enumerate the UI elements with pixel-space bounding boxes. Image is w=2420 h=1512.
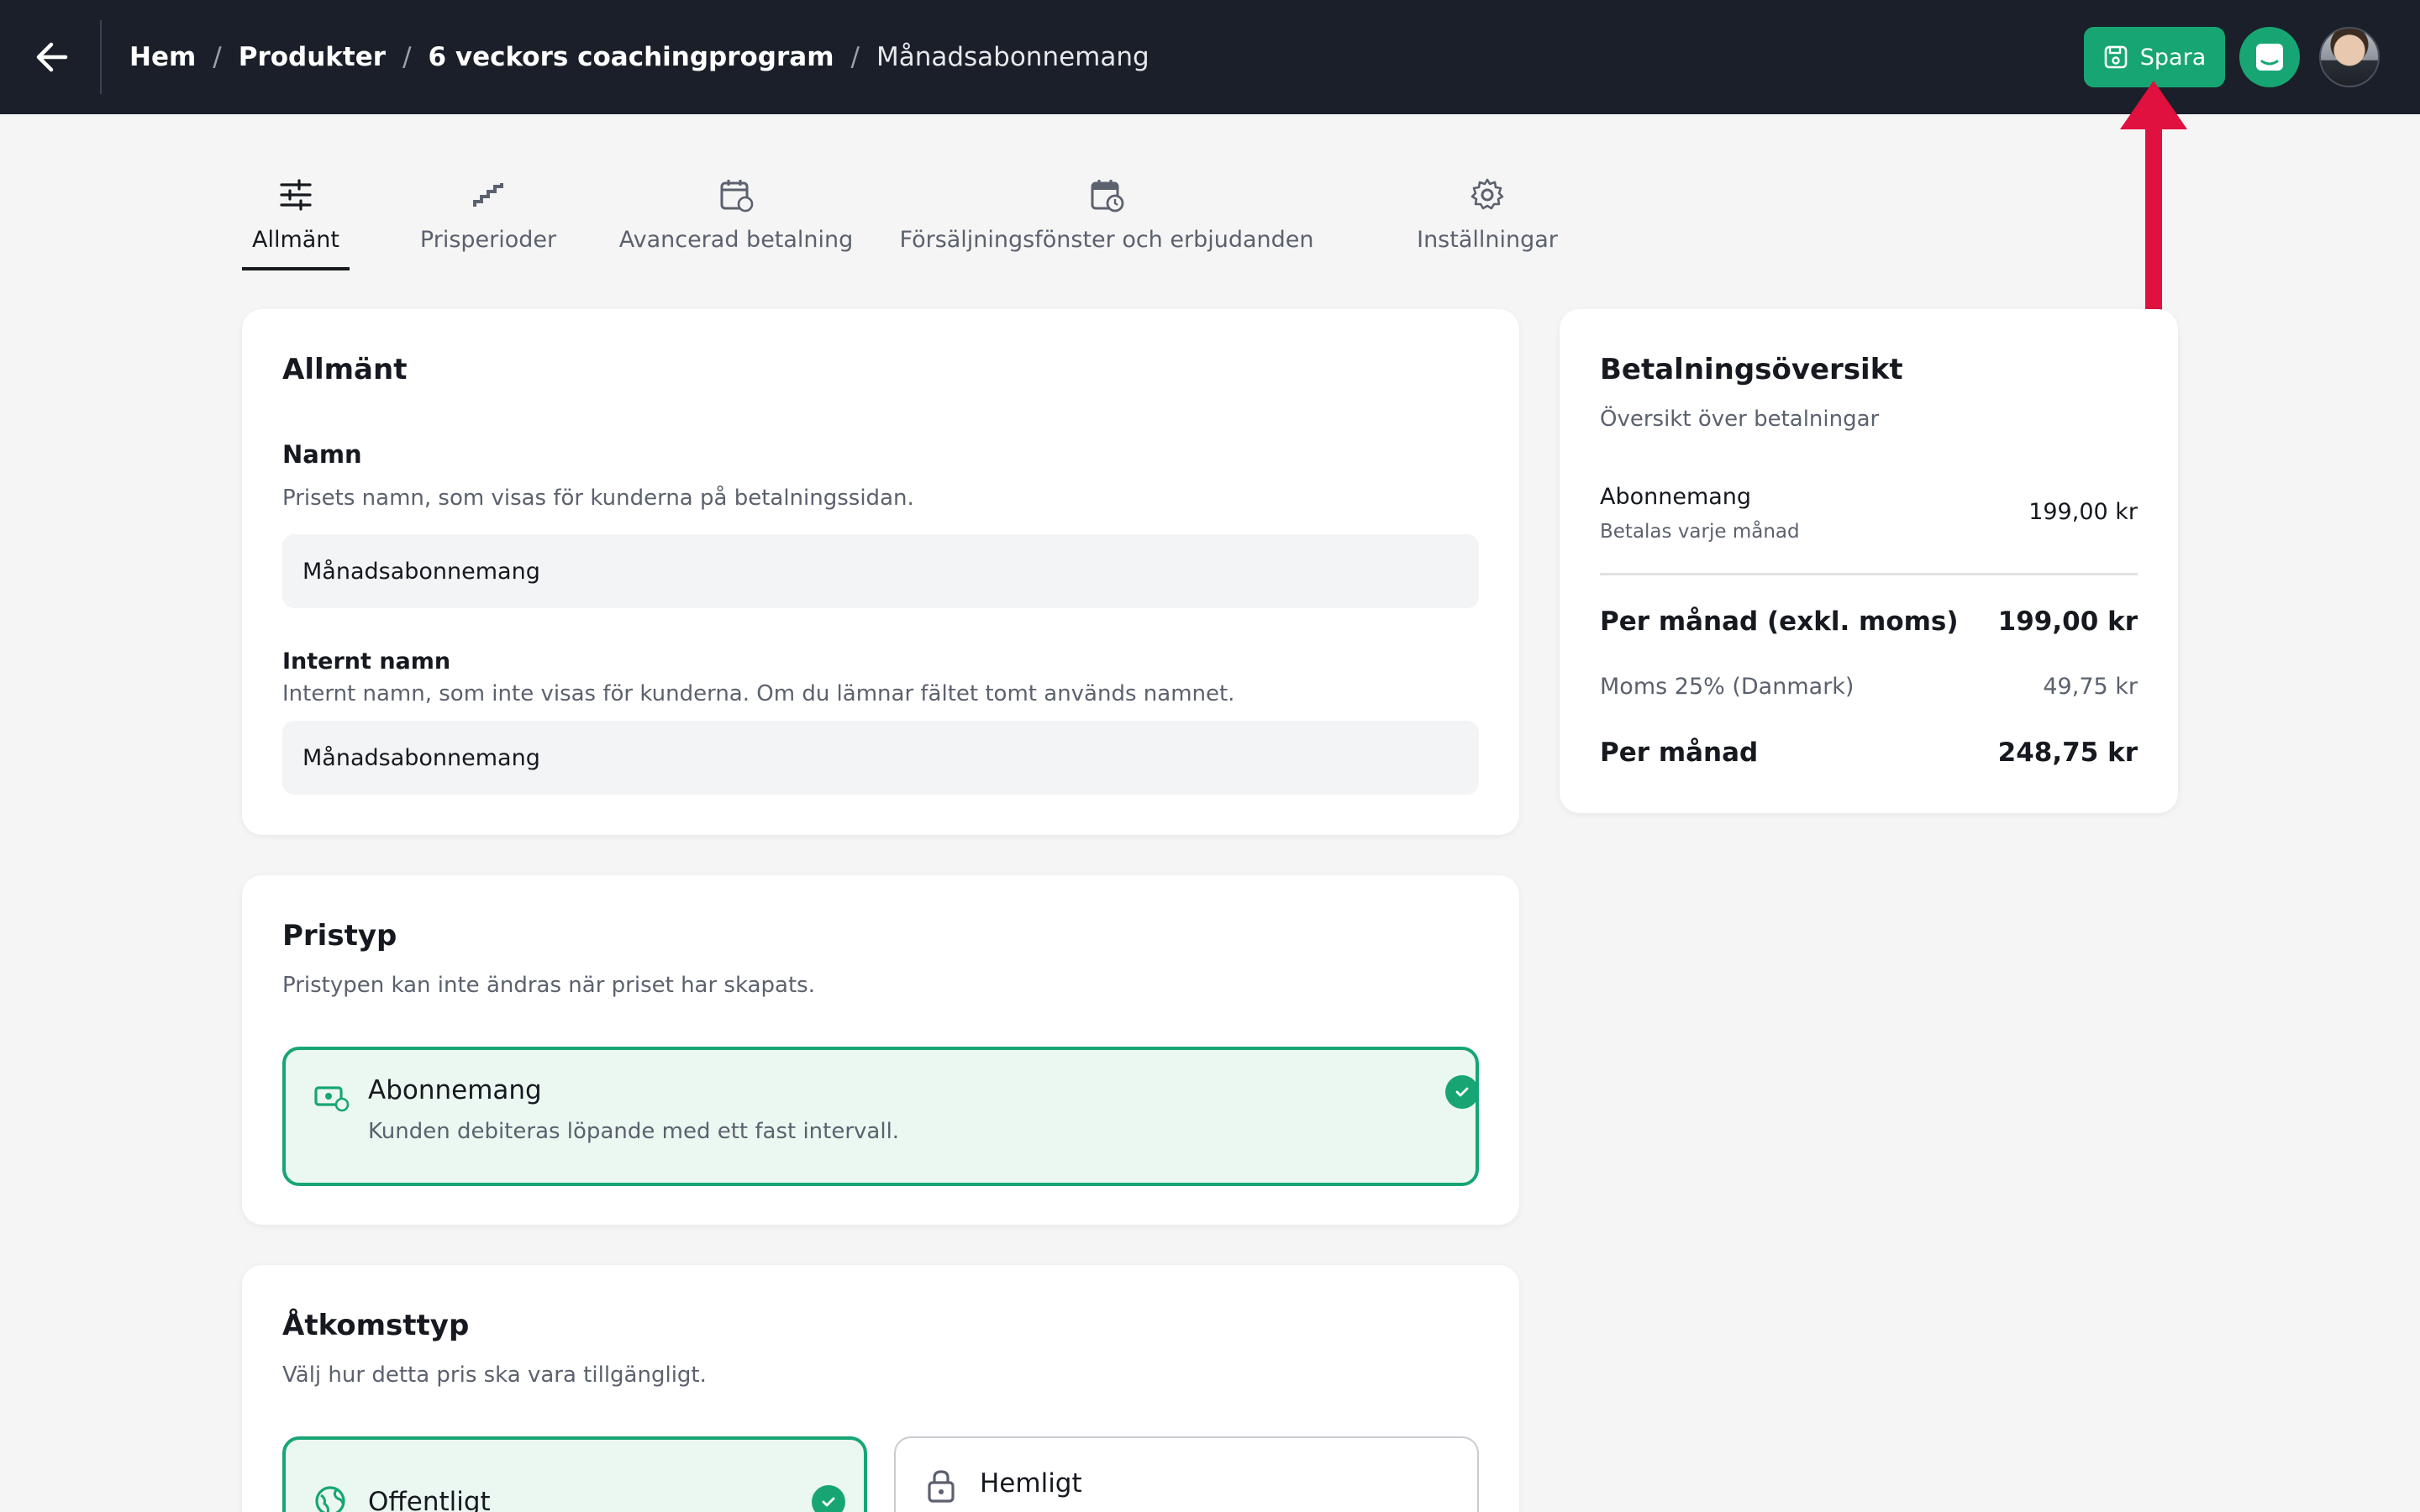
tab-settings-label: Inställningar [1417,227,1558,253]
selected-check [812,1485,845,1512]
breadcrumb-current: Månadsabonnemang [876,42,1150,72]
tab-advanced-payment-label: Avancerad betalning [618,227,854,253]
access-type-card: Åtkomsttyp Välj hur detta pris ska vara … [242,1265,1519,1512]
general-card: Allmänt Namn Prisets namn, som visas för… [242,309,1519,835]
topbar-divider [100,20,102,94]
access-secret-option[interactable]: Hemligt [894,1436,1479,1512]
access-type-title: Åtkomsttyp [282,1309,470,1342]
summary-subtitle: Översikt över betalningar [1600,407,1880,432]
tab-price-periods[interactable]: Prisperioder [420,168,556,270]
sliders-icon [280,179,312,211]
top-bar: Hem / Produkter / 6 veckors coachingprog… [0,0,2420,114]
subscription-option-title: Abonnemang [368,1075,542,1105]
tab-advanced-payment[interactable]: Avancerad betalning [619,168,853,270]
tab-price-periods-label: Prisperioder [419,227,557,253]
per-month-value: 248,75 kr [1997,738,2138,768]
selected-check [1445,1075,1479,1109]
price-type-card: Pristyp Pristypen kan inte ändras när pr… [242,875,1519,1225]
vat-label: Moms 25% (Danmark) [1600,674,1854,700]
calendar-sync-icon [720,180,754,213]
tab-general[interactable]: Allmänt [242,168,350,270]
name-input[interactable] [282,534,1479,608]
access-secret-label: Hemligt [980,1468,1082,1499]
access-type-subtitle: Välj hur detta pris ska vara tillgänglig… [282,1362,707,1388]
breadcrumb-products[interactable]: Produkter [239,42,386,72]
annotation-arrow-head [2120,81,2187,129]
per-month-ex-vat-value: 199,00 kr [1997,606,2138,637]
name-label: Namn [282,440,362,469]
save-button[interactable]: Spara [2084,27,2225,87]
money-recurring-icon [314,1086,350,1112]
breadcrumb-separator: / [402,42,412,72]
internal-name-label: Internt namn [282,648,451,675]
floppy-disk-icon [2104,45,2128,69]
check-icon [1455,1087,1469,1097]
lock-icon [928,1470,955,1503]
chat-icon [2256,44,2283,71]
help-chat-button[interactable] [2239,27,2300,87]
breadcrumb-product[interactable]: 6 veckors coachingprogram [429,42,834,72]
back-button[interactable] [30,34,72,81]
check-icon [822,1497,835,1507]
price-type-subscription-option[interactable]: Abonnemang Kunden debiteras löpande med … [282,1047,1479,1186]
access-public-option[interactable]: Offentligt [282,1436,867,1512]
name-help: Prisets namn, som visas för kunderna på … [282,486,914,511]
vat-value: 49,75 kr [2043,674,2138,700]
summary-item-price: 199,00 kr [2028,499,2138,525]
tab-general-label: Allmänt [251,227,340,253]
general-card-title: Allmänt [282,353,408,386]
summary-item-label: Abonnemang [1600,484,1752,510]
price-type-subtitle: Pristypen kan inte ändras när priset har… [282,973,815,998]
breadcrumb-home[interactable]: Hem [129,42,196,72]
arrow-left-icon [36,42,68,72]
summary-divider [1600,573,2138,575]
breadcrumb-separator: / [850,42,860,72]
summary-item-sub: Betalas varje månad [1600,521,1800,543]
stairs-icon [473,183,503,207]
internal-name-input[interactable] [282,721,1479,795]
tab-settings[interactable]: Inställningar [1417,168,1558,270]
internal-name-help: Internt namn, som inte visas för kundern… [282,681,1235,706]
breadcrumb: Hem / Produkter / 6 veckors coachingprog… [129,0,1150,114]
breadcrumb-separator: / [213,42,222,72]
subscription-option-desc: Kunden debiteras löpande med ett fast in… [368,1119,900,1144]
access-public-label: Offentligt [368,1487,491,1512]
globe-icon [315,1486,345,1512]
payment-summary-card: Betalningsöversikt Översikt över betalni… [1560,309,2178,813]
tab-sales-windows-label: Försäljningsfönster och erbjudanden [899,227,1314,253]
summary-title: Betalningsöversikt [1600,353,1903,386]
tab-sales-windows[interactable]: Försäljningsfönster och erbjudanden [900,168,1314,270]
per-month-label: Per månad [1600,738,1759,768]
per-month-ex-vat-label: Per månad (exkl. moms) [1600,606,1959,637]
avatar[interactable] [2319,27,2380,87]
save-button-label: Spara [2139,44,2207,71]
annotation-arrow-shaft [2145,126,2162,324]
calendar-clock-icon [1091,180,1124,213]
gear-icon [1470,178,1504,210]
price-type-title: Pristyp [282,919,397,953]
